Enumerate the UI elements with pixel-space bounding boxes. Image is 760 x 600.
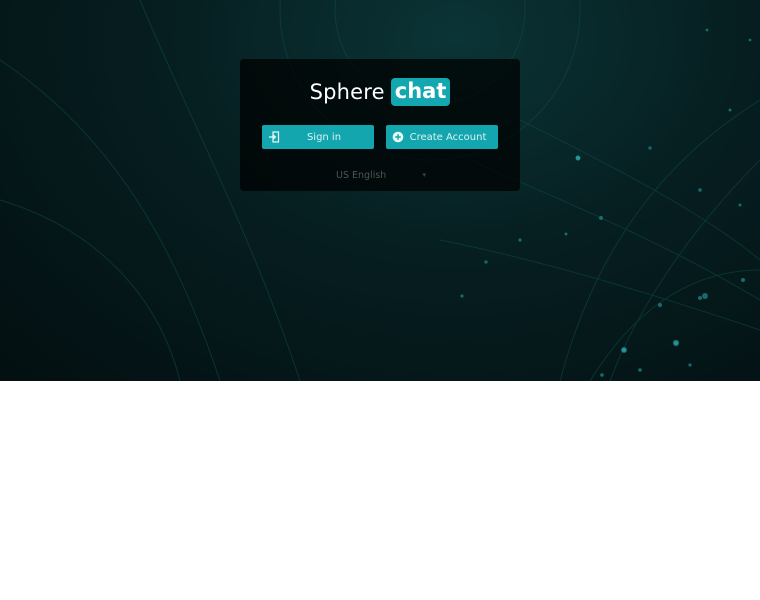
language-select[interactable]: US English ▾ [336,167,426,183]
sign-in-icon [269,131,280,143]
logo-wordmark: Sphere [309,80,385,104]
sphere-chat-logo: Sphere chat [240,77,520,107]
plus-circle-icon [392,131,404,143]
create-account-button[interactable]: Create Account [386,125,498,149]
auth-card: Sphere chat Sign in Create Account US En… [240,59,520,191]
language-selected-value: US English [336,169,387,181]
logo-badge: chat [390,78,451,106]
hero-background: Sphere chat Sign in Create Account US En… [0,0,760,381]
sign-in-button[interactable]: Sign in [262,125,374,149]
chevron-down-icon: ▾ [422,171,426,179]
page-blank-area [0,381,760,600]
